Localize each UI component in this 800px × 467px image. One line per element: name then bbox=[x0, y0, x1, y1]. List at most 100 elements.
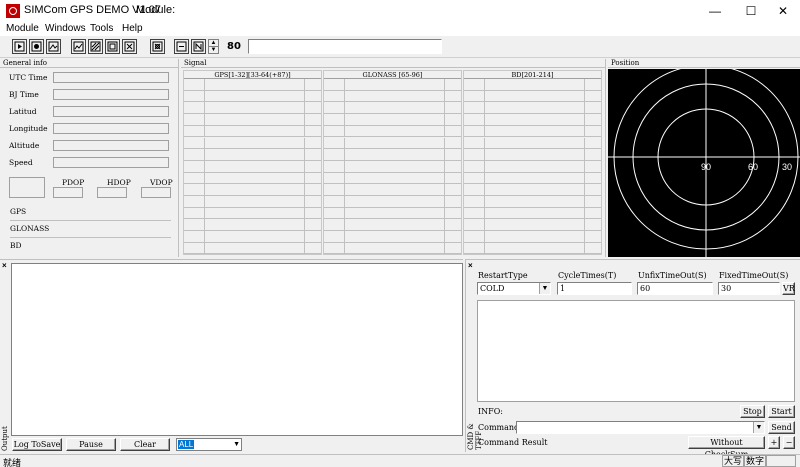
info-label: INFO: bbox=[478, 407, 503, 416]
fixed-timeout-input[interactable]: 30 bbox=[718, 282, 780, 295]
hdop-field bbox=[97, 187, 127, 198]
without-checksum-button[interactable]: Without CheckSum bbox=[688, 436, 765, 459]
play-icon bbox=[14, 41, 25, 52]
cycle-times-label: CycleTimes(T) bbox=[558, 271, 617, 280]
bj-time-field bbox=[53, 89, 169, 100]
pdop-label: PDOP bbox=[62, 178, 85, 187]
signal-row bbox=[464, 207, 601, 220]
restart-chevron-down-icon: ▼ bbox=[539, 283, 550, 294]
send-button[interactable]: Send bbox=[768, 421, 795, 434]
signal-row bbox=[324, 160, 461, 173]
spin-up-icon[interactable]: ▲ bbox=[209, 40, 218, 47]
signal-row bbox=[464, 125, 601, 138]
satellite-button[interactable] bbox=[150, 39, 165, 54]
unfix-timeout-label: UnfixTimeOut(S) bbox=[638, 271, 707, 280]
signal-row bbox=[184, 90, 321, 103]
menu-tools[interactable]: Tools bbox=[90, 22, 113, 36]
signal-column-bd-header: BD[201-214] bbox=[464, 71, 601, 79]
altitude-field bbox=[53, 140, 169, 151]
title-bar: SIMCom GPS DEMO V1.07 Module: — ☐ ✕ bbox=[0, 0, 800, 22]
chart-icon bbox=[73, 41, 84, 52]
image-button[interactable] bbox=[46, 39, 61, 54]
command-chevron-down-icon: ▼ bbox=[753, 422, 764, 433]
output-log[interactable] bbox=[11, 263, 463, 436]
signal-row bbox=[184, 79, 321, 91]
unfix-timeout-input[interactable]: 60 bbox=[637, 282, 713, 295]
longitude-label: Longitude bbox=[9, 124, 48, 133]
signal-row bbox=[324, 114, 461, 126]
status-text: 就绪 bbox=[3, 458, 22, 467]
signal-row bbox=[324, 207, 461, 220]
log-to-save-button[interactable]: Log ToSave bbox=[12, 438, 62, 451]
clear-button[interactable]: Clear bbox=[120, 438, 170, 451]
signal-row bbox=[464, 172, 601, 185]
nmea-icon bbox=[193, 41, 204, 52]
signal-row bbox=[464, 149, 601, 161]
signal-row bbox=[184, 102, 321, 115]
restart-type-select[interactable]: COLD ▼ bbox=[477, 282, 551, 295]
signal-row bbox=[324, 219, 461, 232]
signal-title: Signal bbox=[181, 59, 605, 68]
speed-field bbox=[53, 157, 169, 168]
fix-indicator bbox=[9, 177, 45, 198]
cycle-times-input[interactable]: 1 bbox=[557, 282, 632, 295]
vr-button[interactable]: VR bbox=[782, 282, 795, 295]
output-side-label: Output bbox=[1, 426, 9, 451]
signal-row bbox=[324, 90, 461, 103]
menu-windows[interactable]: Windows bbox=[45, 22, 86, 36]
output-panel: × Output Log ToSave Pause Clear ALL ▼ bbox=[0, 259, 463, 452]
app-icon bbox=[6, 4, 20, 18]
signal-column-gps: GPS[1-32][33-64(+87)] bbox=[183, 70, 322, 255]
fixed-timeout-label: FixedTimeOut(S) bbox=[719, 271, 789, 280]
toolbar-input[interactable] bbox=[248, 39, 442, 54]
signal-row bbox=[184, 149, 321, 161]
menu-help[interactable]: Help bbox=[122, 22, 143, 36]
filter-select[interactable]: ALL ▼ bbox=[176, 438, 242, 451]
general-info-panel: General info UTC Time BJ Time Latitud Lo… bbox=[0, 59, 179, 257]
chart-button[interactable] bbox=[71, 39, 86, 54]
signal-row bbox=[324, 172, 461, 185]
speed-label: Speed bbox=[9, 158, 33, 167]
filter-value: ALL bbox=[178, 440, 195, 449]
plus-button[interactable]: + bbox=[768, 436, 780, 449]
signal-row bbox=[464, 102, 601, 115]
latitude-field bbox=[53, 106, 169, 117]
satellite-icon bbox=[152, 41, 163, 52]
value-spinner[interactable]: ▲ ▼ bbox=[208, 39, 219, 54]
start-button[interactable]: Start bbox=[768, 405, 795, 418]
spinner-value: 80 bbox=[227, 41, 241, 52]
bj-time-label: BJ Time bbox=[9, 90, 39, 99]
signal-row bbox=[464, 79, 601, 91]
image-icon bbox=[48, 41, 59, 52]
signal-row bbox=[464, 160, 601, 173]
minimize-button[interactable]: — bbox=[698, 0, 732, 22]
pause-button[interactable]: Pause bbox=[66, 438, 116, 451]
pattern-button[interactable] bbox=[88, 39, 103, 54]
layers-button[interactable] bbox=[105, 39, 120, 54]
cmd-close-icon[interactable]: × bbox=[468, 261, 473, 270]
command-label: Command bbox=[478, 423, 520, 432]
close-button[interactable]: ✕ bbox=[766, 0, 800, 22]
pdop-field bbox=[53, 187, 83, 198]
zoom-button[interactable] bbox=[122, 39, 137, 54]
signal-row bbox=[184, 219, 321, 232]
maximize-button[interactable]: ☐ bbox=[734, 0, 768, 22]
nmea-button[interactable] bbox=[191, 39, 206, 54]
minus-button[interactable]: − bbox=[783, 436, 795, 449]
signal-row bbox=[184, 125, 321, 138]
signal-column-gps-header: GPS[1-32][33-64(+87)] bbox=[184, 71, 321, 79]
command-input[interactable]: ▼ bbox=[516, 421, 765, 434]
signal-row bbox=[324, 231, 461, 243]
cmd-panel: × CMD & TTFF RestartType CycleTimes(T) U… bbox=[465, 259, 800, 459]
spin-down-icon[interactable]: ▼ bbox=[209, 47, 218, 53]
output-close-icon[interactable]: × bbox=[2, 261, 7, 270]
command-result-label: Command Result bbox=[478, 438, 548, 447]
stop-button[interactable]: Stop bbox=[740, 405, 765, 418]
longitude-field bbox=[53, 123, 169, 134]
open-port-button[interactable] bbox=[12, 39, 27, 54]
menu-module[interactable]: Module bbox=[6, 22, 39, 36]
clock-button[interactable] bbox=[174, 39, 189, 54]
signal-panel: Signal GPS[1-32][33-64(+87)] GLONASS [65-… bbox=[181, 59, 606, 257]
signal-row bbox=[464, 137, 601, 150]
record-button[interactable] bbox=[29, 39, 44, 54]
